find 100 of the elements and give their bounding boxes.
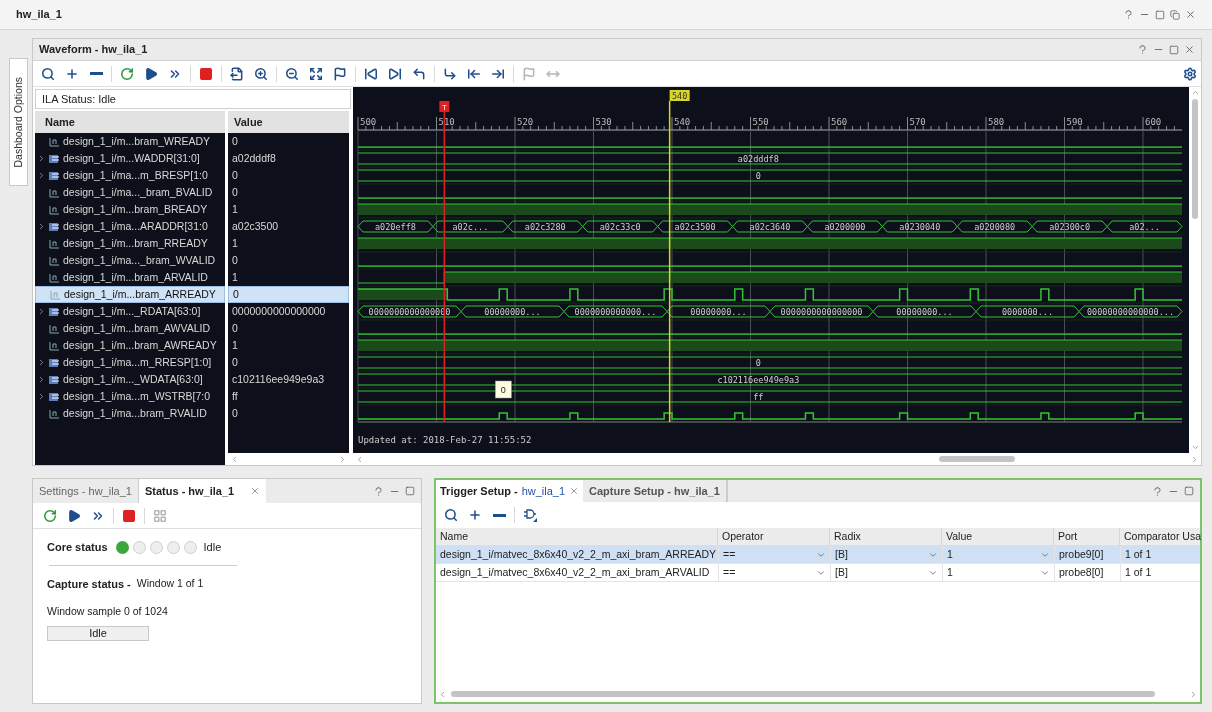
signal-name: design_1_i/ma...m_BRESP[1:0 (63, 167, 208, 183)
help-icon[interactable] (1123, 9, 1134, 20)
circular-arrow-icon (120, 66, 134, 81)
ruler-label: 500 (360, 117, 377, 127)
bus-segment: 00000000... (460, 305, 565, 318)
bus-segment: a02c... (432, 220, 509, 233)
maximize-icon[interactable] (405, 486, 415, 496)
table-cell: probe9[0] (1054, 546, 1120, 563)
side-tab[interactable]: Dashboard Options (9, 58, 28, 186)
bus-segment: 00000000... (872, 305, 977, 318)
help-icon[interactable] (1152, 485, 1163, 497)
play-icon (67, 508, 81, 523)
maximize-icon[interactable] (1169, 44, 1179, 55)
signal-name: design_1_i/m..._RDATA[63:0] (63, 303, 201, 319)
maximize-icon[interactable] (1184, 486, 1194, 496)
column-header[interactable]: Name (436, 528, 718, 545)
signal-name-row[interactable]: design_1_i/m...bram_BREADY (35, 201, 225, 218)
trigger-row[interactable]: design_1_i/matvec_8x6x40_v2_2_m_axi_bram_ARVALID == [B] 1 probe8[0] 1 of 1 (436, 564, 1200, 582)
bit-signal-icon (49, 272, 60, 283)
maximize-icon[interactable] (1155, 9, 1165, 20)
signal-name-row[interactable]: design_1_i/m...bram_AWVALID (35, 320, 225, 337)
expand-chevron-icon[interactable] (37, 358, 46, 367)
close-icon[interactable] (1184, 44, 1195, 55)
signal-name-row[interactable]: design_1_i/m...bram_RREADY (35, 235, 225, 252)
signal-name-row[interactable]: design_1_i/ma...ARADDR[31:0 (35, 218, 225, 235)
signal-value: 0 (231, 252, 239, 268)
bus-signal-icon (49, 391, 60, 402)
column-header[interactable]: Name (35, 111, 225, 133)
signal-name-row[interactable]: design_1_i/m..._RDATA[63:0] (35, 303, 225, 320)
dropdown-cell[interactable]: 1 (942, 546, 1054, 563)
signal-name-row[interactable]: design_1_i/ma..._bram_BVALID (35, 184, 225, 201)
close-icon[interactable] (569, 486, 580, 496)
expand-chevron-icon[interactable] (37, 222, 46, 231)
panel-tab[interactable]: Settings - hw_ila_1 (33, 479, 138, 503)
expand-chevron-icon[interactable] (37, 392, 46, 401)
trigger-row[interactable]: design_1_i/matvec_8x6x40_v2_2_m_axi_bram_ARREADY == [B] 1 probe9[0] 1 of 1 (436, 546, 1200, 564)
signal-name-row[interactable]: design_1_i/m...bram_ARREADY (35, 286, 225, 303)
bit-signal-icon (49, 340, 60, 351)
trigger-marker[interactable]: T (439, 101, 450, 112)
ruler-label: 520 (517, 117, 534, 127)
dropdown-cell[interactable]: == (718, 546, 830, 563)
column-header[interactable]: Value (228, 111, 349, 133)
signal-name: design_1_i/ma...ARADDR[31:0 (63, 218, 208, 234)
restore-icon[interactable] (1170, 9, 1180, 20)
help-icon[interactable] (373, 485, 384, 497)
signal-name-row[interactable]: design_1_i/ma..._bram_WVALID (35, 252, 225, 269)
plus-icon (65, 66, 79, 81)
scroll-thumb[interactable] (939, 456, 1015, 462)
expand-chevron-icon[interactable] (37, 375, 46, 384)
bus-segment: a02c3500 (657, 220, 734, 233)
column-header[interactable]: Port (1054, 528, 1120, 545)
signal-name-row[interactable]: design_1_i/m..._WDATA[63:0] (35, 371, 225, 388)
scroll-thumb[interactable] (1192, 99, 1198, 219)
export-icon (230, 66, 244, 81)
signal-value: 1 (231, 337, 239, 353)
expand-chevron-icon[interactable] (37, 154, 46, 163)
bus-segment: a0230040 (881, 220, 958, 233)
signal-name-row[interactable]: design_1_i/ma...m_BRESP[1:0 (35, 167, 225, 184)
signal-name-row[interactable]: design_1_i/ma...m_WSTRB[7:0 (35, 388, 225, 405)
signal-name-row[interactable]: design_1_i/m...WADDR[31:0] (35, 150, 225, 167)
signal-name-row[interactable]: design_1_i/m...bram_ARVALID (35, 269, 225, 286)
dropdown-cell[interactable]: [B] (830, 564, 942, 581)
column-header[interactable]: Value (942, 528, 1054, 545)
close-icon[interactable] (250, 486, 261, 496)
signal-name: design_1_i/m...bram_AWREADY (63, 337, 217, 353)
bus-segment: 00000000... (666, 305, 771, 318)
signal-value: 0 (231, 320, 239, 336)
expand-chevron-icon[interactable] (37, 171, 46, 180)
help-icon[interactable] (1137, 44, 1148, 55)
signal-name-row[interactable]: design_1_i/ma...bram_RVALID (35, 405, 225, 422)
bus-segment: a02300c0 (1031, 220, 1108, 233)
dropdown-cell[interactable]: == (718, 564, 830, 581)
signal-name: design_1_i/ma..._bram_BVALID (63, 184, 213, 200)
expand-chevron-icon[interactable] (37, 307, 46, 316)
search-icon (444, 508, 458, 522)
column-header[interactable]: Radix (830, 528, 942, 545)
grid-icon (153, 508, 167, 523)
ruler-label: 560 (831, 117, 848, 127)
bus-segment: 00000000000000... (1078, 305, 1183, 318)
signal-name: design_1_i/m...bram_AWVALID (63, 320, 211, 336)
signal-name-row[interactable]: design_1_i/m...bram_WREADY (35, 133, 225, 150)
signal-value: 0000000000000000 (231, 303, 327, 319)
signal-name-row[interactable]: design_1_i/m...bram_AWREADY (35, 337, 225, 354)
expand-icon (309, 66, 323, 81)
panel-tab[interactable]: Status - hw_ila_1 (137, 479, 267, 503)
cursor-marker[interactable]: 540 (669, 90, 690, 101)
scroll-thumb[interactable] (451, 691, 1155, 697)
dropdown-cell[interactable]: 1 (942, 564, 1054, 581)
column-header[interactable]: Operator (718, 528, 830, 545)
panel-tab[interactable]: Trigger Setup - hw_ila_1 (436, 480, 584, 502)
settings-icon[interactable] (1183, 66, 1197, 81)
signal-name-row[interactable]: design_1_i/ma...m_RRESP[1:0] (35, 354, 225, 371)
signal-value: 1 (231, 201, 239, 217)
dropdown-cell[interactable]: [B] (830, 546, 942, 563)
signal-value: 1 (231, 235, 239, 251)
bit-signal-icon (49, 187, 60, 198)
close-icon[interactable] (1185, 9, 1196, 20)
bus-segment: a02c33c0 (582, 220, 659, 233)
panel-tab[interactable]: Capture Setup - hw_ila_1 (583, 480, 728, 502)
skip-forward-icon (388, 66, 402, 81)
